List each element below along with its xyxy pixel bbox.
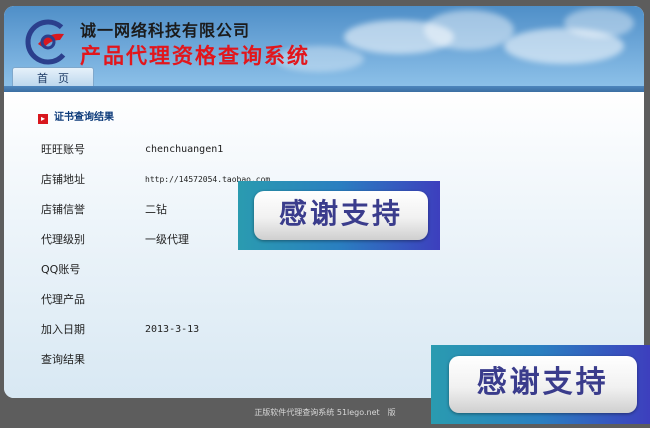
result-row: QQ账号	[4, 260, 644, 280]
thanks-banner: 感谢支持	[238, 181, 440, 250]
section-title-text: 证书查询结果	[54, 112, 114, 123]
result-row: 旺旺账号 chenchuangen1	[4, 140, 644, 160]
thanks-banner-plate: 感谢支持	[448, 356, 637, 413]
row-value: 2013-3-13	[145, 324, 200, 335]
row-label: 店铺信誉	[41, 203, 85, 216]
tab-home[interactable]: 首页	[12, 67, 94, 86]
row-value: 一级代理	[145, 233, 189, 246]
row-label: 店铺地址	[41, 173, 85, 186]
arrow-right-icon: ▸	[38, 114, 48, 124]
header-banner: 诚一网络科技有限公司 产品代理资格查询系统 首页	[4, 6, 644, 86]
row-label: QQ账号	[41, 263, 81, 276]
result-row: 代理产品	[4, 290, 644, 310]
company-name: 诚一网络科技有限公司	[80, 21, 251, 40]
section-title: ▸ 证书查询结果	[38, 108, 114, 124]
system-title: 产品代理资格查询系统	[80, 44, 310, 68]
cloud-decoration	[424, 10, 514, 50]
row-value: chenchuangen1	[145, 144, 224, 155]
result-row: 加入日期 2013-3-13	[4, 320, 644, 340]
row-label: 查询结果	[41, 353, 85, 366]
thanks-banner-plate: 感谢支持	[254, 190, 428, 241]
thanks-banner-text: 感谢支持	[476, 365, 609, 401]
row-label: 旺旺账号	[41, 143, 85, 156]
row-label: 代理产品	[41, 293, 85, 306]
company-logo-icon	[25, 19, 71, 65]
row-label: 加入日期	[41, 323, 85, 336]
row-value: 二钻	[145, 203, 167, 216]
thanks-banner: 感谢支持	[431, 345, 650, 424]
cloud-decoration	[564, 8, 634, 38]
row-label: 代理级别	[41, 233, 85, 246]
thanks-banner-text: 感谢支持	[279, 196, 404, 230]
